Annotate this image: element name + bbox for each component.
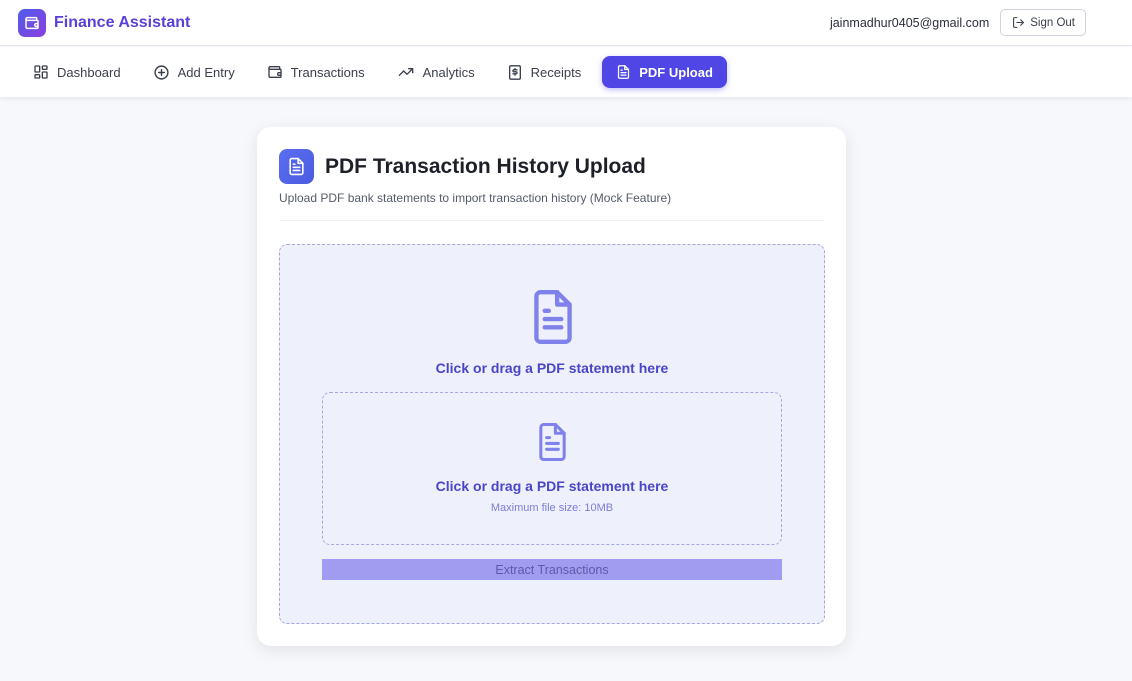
nav-pdf-upload[interactable]: PDF Upload <box>602 56 727 88</box>
page-subtitle: Upload PDF bank statements to import tra… <box>279 191 672 205</box>
wallet-icon <box>268 66 282 78</box>
nav-transactions-label: Transactions <box>290 64 365 80</box>
nav-analytics-label: Analytics <box>422 64 475 80</box>
sign-out-button[interactable]: Sign Out <box>1000 9 1086 36</box>
nav-dashboard[interactable]: Dashboard <box>22 56 132 88</box>
pdf-dropzone[interactable]: Click or drag a PDF statement here Click… <box>279 244 825 624</box>
app-name: Finance Assistant <box>54 13 191 31</box>
file-input-prompt: Click or drag a PDF statement here <box>435 478 669 494</box>
user-email: jainmadhur0405@gmail.com <box>829 15 990 30</box>
document-icon <box>539 422 566 462</box>
pdf-file-input-zone[interactable]: Click or drag a PDF statement here Maxim… <box>322 392 782 545</box>
nav-add-entry-label: Add Entry <box>177 64 235 80</box>
brand[interactable]: Finance Assistant <box>18 8 191 37</box>
pdf-upload-card: PDF Transaction History Upload Upload PD… <box>257 127 846 646</box>
max-size-hint: Maximum file size: 10MB <box>490 502 614 514</box>
main-nav: Dashboard Add Entry Transactions Analyti… <box>0 47 1132 97</box>
logout-icon <box>1013 17 1025 28</box>
card-header: PDF Transaction History Upload <box>279 149 646 184</box>
nav-analytics[interactable]: Analytics <box>386 56 486 88</box>
receipt-dollar-icon <box>508 64 521 80</box>
document-icon <box>279 149 314 184</box>
nav-dashboard-label: Dashboard <box>57 64 121 80</box>
document-icon <box>618 65 630 79</box>
nav-add-entry[interactable]: Add Entry <box>142 56 246 88</box>
plus-circle-icon <box>154 64 169 80</box>
sign-out-label: Sign Out <box>1030 16 1075 29</box>
dropzone-prompt: Click or drag a PDF statement here <box>435 360 669 376</box>
top-header: Finance Assistant jainmadhur0405@gmail.c… <box>0 0 1132 46</box>
nav-transactions[interactable]: Transactions <box>256 56 376 88</box>
user-area: jainmadhur0405@gmail.com Sign Out <box>830 9 1086 36</box>
nav-receipts-label: Receipts <box>530 64 582 80</box>
page-title: PDF Transaction History Upload <box>325 154 646 178</box>
trending-up-icon <box>398 68 413 76</box>
nav-pdf-upload-label: PDF Upload <box>639 64 713 80</box>
document-icon <box>534 289 572 345</box>
wallet-icon <box>18 8 46 37</box>
dashboard-grid-icon <box>34 65 48 79</box>
divider <box>279 220 824 221</box>
extract-transactions-button[interactable]: Extract Transactions <box>322 559 782 580</box>
nav-receipts[interactable]: Receipts <box>496 56 593 88</box>
